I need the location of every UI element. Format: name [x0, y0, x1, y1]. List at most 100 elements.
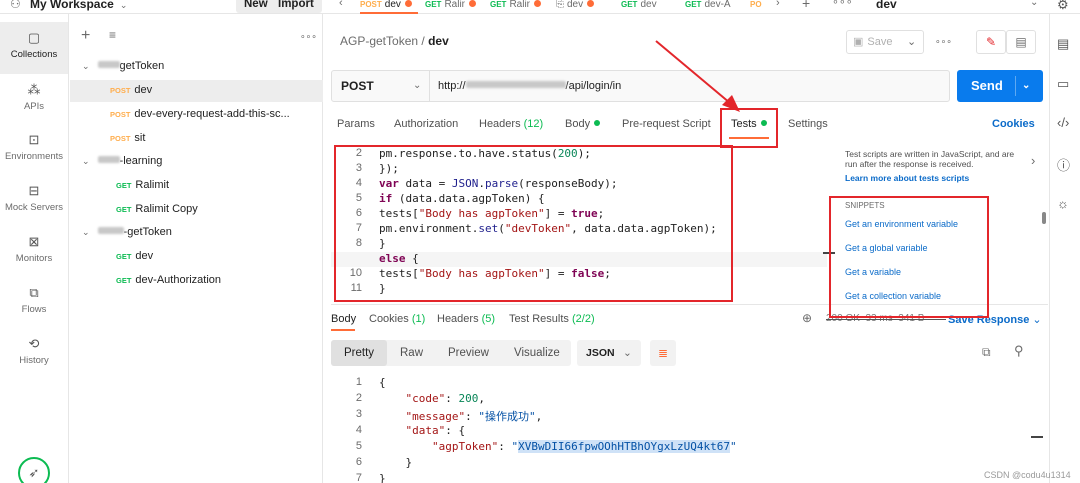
globe-icon[interactable]: ⊕	[802, 311, 812, 325]
cookies-link[interactable]: Cookies	[992, 118, 1035, 130]
collapse-panel-icon[interactable]: ›	[1031, 153, 1035, 168]
tree-label: sit	[134, 132, 146, 144]
tab-settings[interactable]: Settings	[788, 118, 828, 130]
copy-icon[interactable]: ⧉	[982, 345, 991, 360]
tab-get-dev-a[interactable]: GET dev-A	[685, 0, 735, 14]
tab-get-ralir[interactable]: GET Ralir	[425, 0, 483, 14]
unsaved-dot	[404, 0, 412, 7]
url-path: /api/login/in	[565, 80, 622, 92]
tree-request[interactable]: POST sit	[110, 132, 145, 144]
filter-icon[interactable]: ≡	[109, 28, 116, 42]
plus-icon[interactable]: +	[802, 0, 810, 11]
more-icon[interactable]: ∘∘∘	[935, 36, 952, 47]
tree-label: getToken	[119, 60, 165, 72]
send-button[interactable]: Send ⌄	[957, 70, 1043, 102]
divider	[1015, 76, 1016, 96]
more-icon[interactable]: ∘∘∘	[832, 0, 853, 8]
json-code-value: 200	[458, 392, 479, 405]
breadcrumb: AGP-getToken / dev	[340, 34, 449, 48]
tab-get-ralir-2[interactable]: GET Ralir	[490, 0, 548, 14]
url-input[interactable]: http:// /api/login/in	[438, 70, 621, 102]
tab-post-dev[interactable]: POST dev	[360, 0, 418, 14]
json-token-value[interactable]: XVBwDII66fpwOOhHTBhOYgxLzUQ4kt67	[518, 440, 731, 453]
tab-body[interactable]: Body	[565, 118, 601, 130]
search-icon[interactable]: ⚲	[1014, 343, 1024, 359]
rail-mock-servers[interactable]: ⊟ Mock Servers	[0, 183, 68, 213]
tree-request[interactable]: GET Ralimit	[116, 179, 169, 191]
json-line: }	[379, 472, 386, 483]
rail-label: Monitors	[15, 253, 53, 264]
info-icon[interactable]: ⓘ	[1057, 155, 1070, 174]
response-tab-body[interactable]: Body	[331, 313, 356, 325]
add-collection-icon[interactable]: +	[81, 27, 90, 45]
tree-label: dev	[134, 84, 153, 96]
chevron-down-icon[interactable]: ⌄	[1030, 0, 1038, 8]
wrap-lines-icon[interactable]: ≣	[650, 340, 676, 366]
tree-folder[interactable]: ⌄ -getToken	[82, 226, 172, 238]
tab-label: dev	[640, 0, 657, 10]
tree-request-selected[interactable]: POST dev	[70, 80, 323, 102]
chevron-down-icon[interactable]: ⌄	[1022, 70, 1030, 102]
annotation-box-editor	[334, 145, 733, 302]
comment-icon[interactable]: ▤	[1006, 30, 1036, 54]
response-tab-cookies[interactable]: Cookies (1)	[369, 313, 425, 325]
tab-overflow[interactable]: PO	[750, 0, 764, 14]
method-label: POST	[341, 79, 374, 93]
learn-more-link[interactable]: Learn more about tests scripts	[845, 173, 969, 183]
language-select[interactable]: JSON ⌄	[577, 340, 641, 366]
chevron-down-icon: ⌄	[907, 36, 917, 48]
tab-scroll-left-icon[interactable]: ‹	[339, 0, 343, 9]
tree-folder[interactable]: ⌄ getToken	[82, 60, 164, 72]
rocket-icon[interactable]: ➶	[18, 457, 50, 483]
tab-headers[interactable]: Headers (12)	[479, 118, 543, 130]
breadcrumb-parent[interactable]: AGP-getToken	[340, 34, 418, 48]
tab-dev-doc[interactable]: ⎘ dev	[556, 0, 614, 14]
unsaved-dot	[469, 0, 477, 7]
rail-monitors[interactable]: ⊠ Monitors	[0, 234, 68, 264]
format-preview[interactable]: Preview	[448, 340, 489, 366]
settings-icon[interactable]: ⚙	[1057, 0, 1069, 13]
language-label: JSON	[586, 347, 615, 359]
format-visualize[interactable]: Visualize	[514, 340, 560, 366]
code-icon[interactable]: ‹/›	[1057, 115, 1069, 130]
resize-handle[interactable]	[1031, 436, 1043, 438]
collections-icon: ▢	[27, 30, 41, 45]
rail-flows[interactable]: ⧉ Flows	[0, 285, 68, 315]
scrollbar-thumb[interactable]	[1042, 212, 1046, 224]
edit-icon[interactable]: ✎	[976, 30, 1006, 54]
comments-icon[interactable]: ▭	[1057, 76, 1069, 92]
tab-params[interactable]: Params	[337, 118, 375, 130]
rail-collections[interactable]: ▢ Collections	[0, 22, 68, 74]
environment-selector[interactable]: dev	[876, 0, 897, 11]
tree-request[interactable]: POST dev-every-request-add-this-sc...	[110, 108, 290, 120]
response-tab-test-results[interactable]: Test Results (2/2)	[509, 313, 595, 325]
tree-request[interactable]: GET Ralimit Copy	[116, 203, 198, 215]
tree-request[interactable]: GET dev	[116, 250, 153, 262]
more-icon[interactable]: ∘∘∘	[300, 31, 317, 42]
line-number: 2	[355, 392, 362, 404]
documentation-icon[interactable]: ▤	[1057, 36, 1069, 52]
tree-request[interactable]: GET dev-Authorization	[116, 274, 221, 286]
tab-scroll-right-icon[interactable]: ›	[776, 0, 780, 9]
import-button[interactable]: Import	[270, 0, 322, 13]
tab-authorization[interactable]: Authorization	[394, 118, 458, 130]
tree-folder[interactable]: ⌄ -learning	[82, 155, 162, 167]
format-raw[interactable]: Raw	[400, 340, 423, 366]
tree-label: -getToken	[123, 226, 172, 238]
workspace-switcher[interactable]: ⚇ My Workspace ⌄	[10, 0, 127, 11]
method-select[interactable]: POST ⌄	[331, 70, 430, 102]
user-icon: ⚇	[10, 0, 21, 11]
format-pretty[interactable]: Pretty	[331, 340, 388, 366]
response-tab-headers[interactable]: Headers (5)	[437, 313, 495, 325]
tab-get-dev[interactable]: GET dev	[621, 0, 679, 14]
rail-environments[interactable]: ⊡ Environments	[0, 132, 68, 162]
lightbulb-icon[interactable]: ☼	[1057, 196, 1069, 211]
rail-apis[interactable]: ⁂ APIs	[0, 82, 68, 112]
method-badge: POST	[110, 110, 131, 119]
rail-label: Mock Servers	[4, 202, 64, 213]
save-button[interactable]: ▣ Save ⌄	[846, 30, 924, 54]
history-icon: ⟲	[28, 336, 40, 351]
breadcrumb-separator: /	[421, 34, 425, 48]
rail-history[interactable]: ⟲ History	[0, 336, 68, 366]
tab-label: dev	[567, 0, 584, 10]
